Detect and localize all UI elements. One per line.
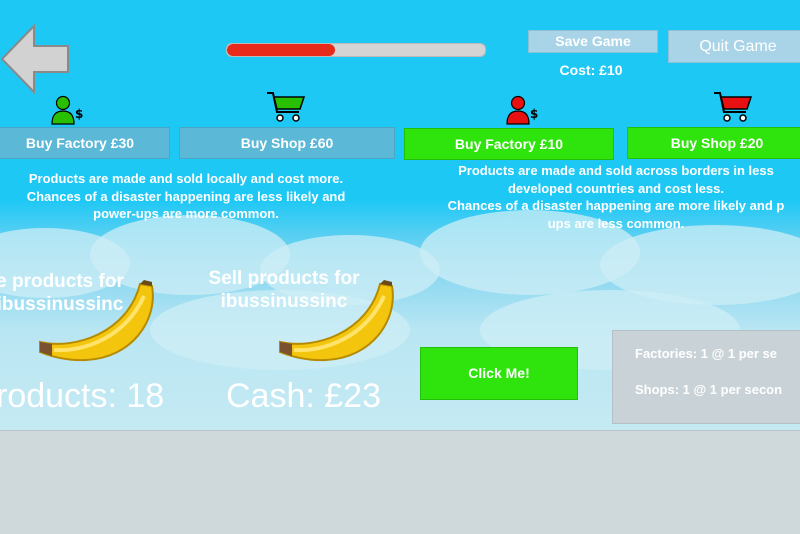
green-cart-icon	[267, 92, 306, 122]
buy-factory-global-button[interactable]: Buy Factory £10	[404, 128, 614, 160]
click-me-button[interactable]: Click Me!	[420, 347, 578, 400]
save-game-button[interactable]: Save Game	[528, 30, 658, 53]
svg-text:$: $	[530, 107, 538, 121]
local-description: Products are made and sold locally and c…	[0, 170, 392, 223]
shops-stat: Shops: 1 @ 1 per secon	[635, 382, 783, 397]
banana-icon[interactable]	[274, 280, 400, 362]
production-stats-panel: Factories: 1 @ 1 per se Shops: 1 @ 1 per…	[612, 330, 800, 424]
global-description-line: ups are less common.	[547, 215, 685, 231]
banana-icon[interactable]	[36, 280, 158, 362]
global-description-line: Chances of a disaster happening are more…	[447, 198, 785, 213]
local-description-line: Products are made and sold locally and c…	[28, 171, 344, 186]
back-arrow-icon[interactable]	[0, 22, 70, 96]
cost-label: Cost: £10	[559, 62, 623, 78]
svg-text:$: $	[75, 107, 83, 121]
red-cart-icon	[714, 92, 753, 122]
green-person-money-icon: $	[51, 95, 83, 125]
progress-bar	[226, 43, 486, 57]
cash-counter: Cash: £23	[226, 377, 381, 415]
red-person-money-icon: $	[506, 95, 538, 125]
buy-shop-local-button[interactable]: Buy Shop £60	[179, 127, 395, 159]
progress-fill	[227, 44, 336, 56]
global-description-line: Products are made and sold across border…	[458, 163, 774, 178]
local-description-line: Chances of a disaster happening are less…	[26, 188, 346, 204]
buy-shop-global-button[interactable]: Buy Shop £20	[627, 127, 800, 159]
products-counter: roducts: 18	[0, 377, 165, 415]
local-description-line: power-ups are more common.	[93, 206, 279, 221]
buy-factory-local-button[interactable]: Buy Factory £30	[0, 127, 170, 159]
global-description-line: developed countries and cost less.	[507, 180, 724, 196]
ground-panel	[0, 430, 800, 534]
factories-stat: Factories: 1 @ 1 per se	[635, 346, 778, 361]
quit-game-button[interactable]: Quit Game	[668, 30, 800, 63]
global-description: Products are made and sold across border…	[406, 162, 800, 232]
